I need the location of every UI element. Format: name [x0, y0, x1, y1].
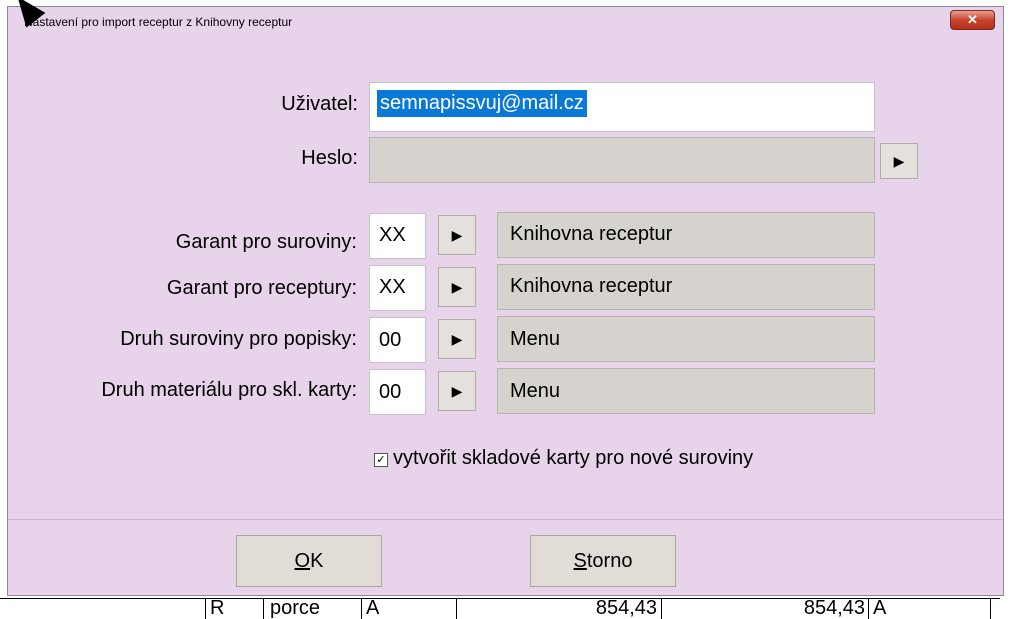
- material-type-name: Menu: [497, 368, 875, 414]
- divider: [8, 519, 1003, 520]
- ingredient-type-label: Druh suroviny pro popisky:: [120, 328, 357, 350]
- ok-button[interactable]: OK: [236, 535, 382, 587]
- password-label: Heslo:: [301, 147, 358, 169]
- guarantor-recipes-arrow-button[interactable]: ▶: [438, 267, 476, 307]
- ok-accelerator: O: [294, 550, 311, 572]
- play-arrow-icon: ▶: [451, 279, 463, 295]
- table-cell: 854,43: [456, 598, 661, 619]
- guarantor-recipes-code[interactable]: XX: [369, 265, 426, 311]
- table-cell: 854,43: [661, 598, 869, 619]
- table-cell: porce: [263, 598, 350, 619]
- guarantor-recipes-name: Knihovna receptur: [497, 264, 875, 310]
- background-table-row: R porce A 854,43 854,43 A: [0, 598, 1015, 619]
- ingredient-type-name: Menu: [497, 316, 875, 362]
- ingredient-type-arrow-button[interactable]: ▶: [438, 319, 476, 359]
- guarantor-ingredients-name: Knihovna receptur: [497, 212, 875, 258]
- cancel-label: torno: [586, 550, 633, 572]
- play-arrow-icon: ▶: [893, 153, 905, 169]
- checkbox-label: vytvořit skladové karty pro nové surovin…: [393, 447, 754, 469]
- import-settings-dialog: Nastavení pro import receptur z Knihovny…: [7, 6, 1004, 596]
- table-cell: R: [205, 598, 250, 619]
- user-input[interactable]: semnapissvuj@mail.cz: [369, 82, 875, 132]
- guarantor-ingredients-arrow-button[interactable]: ▶: [438, 215, 476, 255]
- table-cell: [990, 598, 1001, 619]
- password-arrow-button[interactable]: ▶: [880, 143, 918, 179]
- guarantor-recipes-label: Garant pro receptury:: [166, 277, 357, 299]
- cancel-button[interactable]: Storno: [530, 535, 676, 587]
- material-type-arrow-button[interactable]: ▶: [438, 371, 476, 411]
- table-cell: A: [868, 598, 993, 619]
- user-input-value: semnapissvuj@mail.cz: [377, 90, 587, 117]
- table-cell: A: [361, 598, 456, 619]
- ingredient-type-code[interactable]: 00: [369, 317, 426, 363]
- title-bar[interactable]: Nastavení pro import receptur z Knihovny…: [8, 7, 1003, 37]
- guarantor-ingredients-code[interactable]: XX: [369, 213, 426, 259]
- checkbox[interactable]: ✓: [374, 453, 388, 467]
- user-label: Uživatel:: [281, 93, 358, 115]
- password-input[interactable]: [369, 137, 875, 183]
- cancel-accelerator: S: [573, 550, 587, 572]
- close-icon: ✕: [967, 12, 978, 27]
- ok-label: K: [310, 550, 324, 572]
- play-arrow-icon: ▶: [451, 227, 463, 243]
- create-stock-cards-checkbox-row[interactable]: ✓ vytvořit skladové karty pro nové surovi…: [374, 447, 753, 470]
- play-arrow-icon: ▶: [451, 331, 463, 347]
- dialog-title: Nastavení pro import receptur z Knihovny…: [24, 15, 293, 29]
- play-arrow-icon: ▶: [451, 383, 463, 399]
- close-button[interactable]: ✕: [950, 10, 995, 30]
- material-type-code[interactable]: 00: [369, 369, 426, 415]
- guarantor-ingredients-label: Garant pro suroviny:: [175, 231, 357, 253]
- material-type-label: Druh materiálu pro skl. karty:: [101, 379, 357, 401]
